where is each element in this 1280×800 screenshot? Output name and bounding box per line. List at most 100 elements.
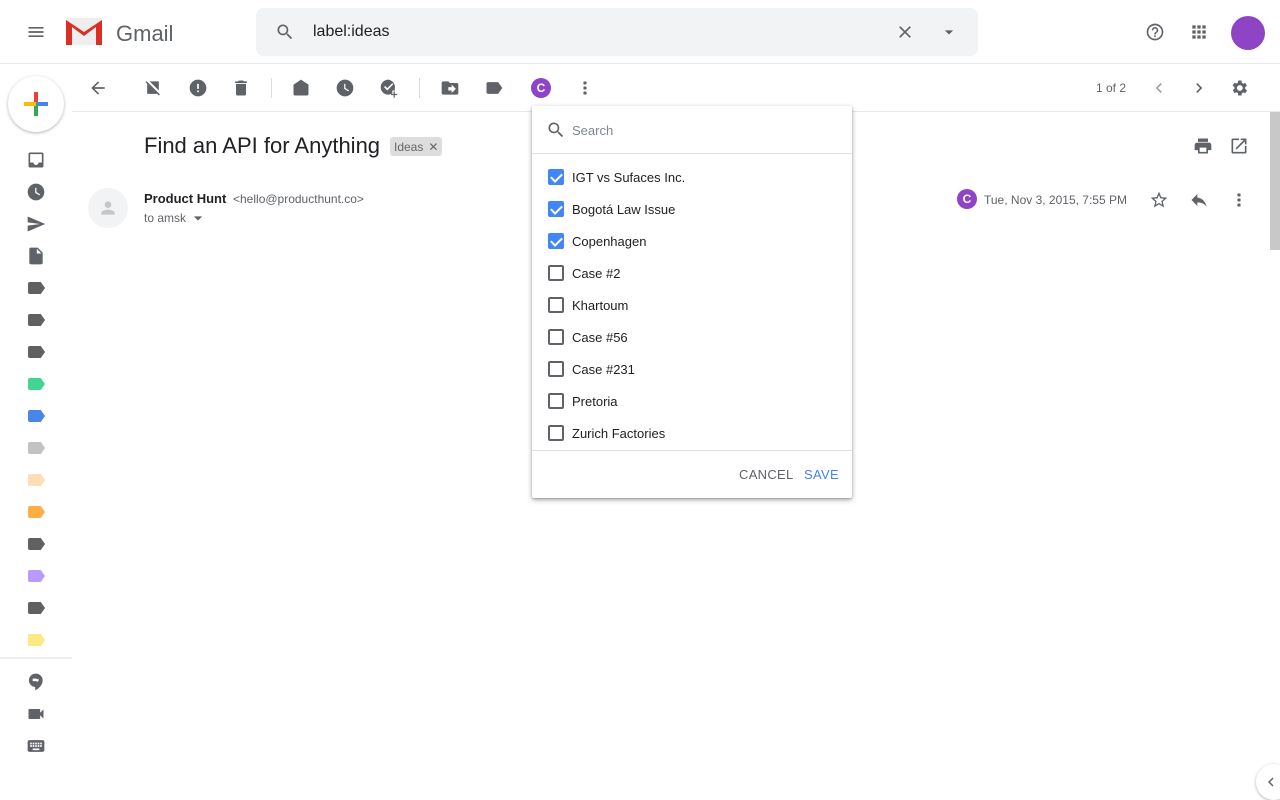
sidebar-label-icon[interactable] [28,378,45,390]
label-option-text: Case #231 [572,361,635,377]
save-button[interactable]: SAVE [804,467,839,482]
search-bar[interactable]: label:ideas [256,8,978,56]
snoozed-icon[interactable] [24,180,48,204]
label-option[interactable]: Case #2 [532,257,852,289]
label-option-text: Pretoria [572,393,618,409]
sidebar-divider [0,657,72,659]
sidebar-label-icon[interactable] [28,410,45,422]
search-icon [544,118,568,142]
label-option[interactable]: Khartoum [532,289,852,321]
label-option-text: Khartoum [572,297,629,313]
sent-icon[interactable] [24,212,48,236]
sender-avatar [88,188,128,228]
sidebar-label-icon[interactable] [28,570,45,582]
label-avatar: C [957,189,977,209]
gmail-logo[interactable] [66,18,102,45]
chevron-left-icon [1268,777,1274,787]
mark-unread-icon[interactable] [289,76,313,100]
label-option[interactable]: Zurich Factories [532,417,852,449]
label-option[interactable]: Case #231 [532,353,852,385]
sidebar-label-icon[interactable] [28,602,45,614]
back-icon[interactable] [86,76,110,100]
label-chip[interactable]: Ideas ✕ [390,137,443,156]
sidebar-label-icon[interactable] [28,282,45,294]
inbox-icon[interactable] [24,148,48,172]
sidebar-label-icon[interactable] [28,442,45,454]
email-subject: Find an API for Anything [144,133,381,158]
sidebar-label-icon[interactable] [28,538,45,550]
pagination: 1 of 2 [1096,81,1127,95]
label-checkbox[interactable] [548,201,564,217]
star-icon[interactable] [1147,188,1171,212]
apps-icon[interactable] [1187,20,1211,44]
menu-divider [532,450,852,451]
add-to-tasks-icon[interactable] [377,76,401,100]
label-checkbox[interactable] [548,425,564,441]
more-icon[interactable] [573,76,597,100]
print-icon[interactable] [1191,134,1215,158]
label-checkbox[interactable] [548,393,564,409]
label-as-menu: Search IGT vs Sufaces Inc. Bogotá Law Iss… [532,106,852,498]
label-option[interactable]: Case #56 [532,321,852,353]
toolbar-divider [271,78,272,98]
label-checkbox[interactable] [548,169,564,185]
settings-icon[interactable] [1227,76,1251,100]
label-option[interactable]: Copenhagen [532,225,852,257]
keyboard-icon[interactable] [24,734,48,758]
label-option-text: Bogotá Law Issue [572,201,676,217]
account-avatar[interactable] [1231,16,1265,50]
delete-icon[interactable] [229,76,253,100]
label-option[interactable]: Pretoria [532,385,852,417]
labels-icon[interactable] [482,76,506,100]
help-icon[interactable] [1143,20,1167,44]
newer-icon[interactable] [1147,76,1171,100]
sender-email: <hello@producthunt.co> [233,192,364,206]
report-spam-icon[interactable] [186,76,210,100]
sidebar-label-icon[interactable] [28,506,45,518]
label-checkbox[interactable] [548,361,564,377]
label-search-input[interactable]: Search [572,123,613,138]
sidebar-label-icon[interactable] [28,634,45,646]
compose-button[interactable] [8,76,64,132]
label-option-text: Zurich Factories [572,425,666,441]
label-checkbox[interactable] [548,265,564,281]
search-input[interactable]: label:ideas [313,23,390,41]
sidebar-label-icon[interactable] [28,474,45,486]
person-icon [101,201,115,215]
drafts-icon[interactable] [24,244,48,268]
label-option-text: Case #56 [572,329,628,345]
message-more-icon[interactable] [1227,188,1251,212]
cancel-button[interactable]: CANCEL [739,467,794,482]
recipients: to amsk [144,211,187,225]
remove-label-icon[interactable]: ✕ [428,140,438,154]
email-date: Tue, Nov 3, 2015, 7:55 PM [984,193,1127,207]
move-to-icon[interactable] [438,76,462,100]
app-name: Gmail [116,21,174,46]
sidebar-label-icon[interactable] [28,314,45,326]
sidebar-label-icon[interactable] [28,346,45,358]
video-icon[interactable] [24,702,48,726]
show-details-icon[interactable] [186,206,210,230]
older-icon[interactable] [1187,76,1211,100]
label-checkbox[interactable] [548,233,564,249]
scrollbar[interactable] [1270,112,1280,250]
search-options-icon[interactable] [937,20,961,44]
label-chip-text: Ideas [394,139,424,154]
search-icon[interactable] [273,20,297,44]
label-option-text: Copenhagen [572,233,647,249]
label-checkbox[interactable] [548,297,564,313]
clear-search-icon[interactable] [893,20,917,44]
main-menu-icon[interactable] [24,20,48,44]
label-avatar[interactable]: C [531,78,551,98]
archive-off-icon[interactable] [141,76,165,100]
side-panel-toggle[interactable] [1256,764,1280,800]
open-in-new-window-icon[interactable] [1227,134,1251,158]
label-option[interactable]: Bogotá Law Issue [532,193,852,225]
sender-name: Product Hunt [144,191,227,206]
label-checkbox[interactable] [548,329,564,345]
reply-icon[interactable] [1187,188,1211,212]
label-option[interactable]: IGT vs Sufaces Inc. [532,161,852,193]
label-option-text: IGT vs Sufaces Inc. [572,169,686,185]
hangouts-icon[interactable] [24,670,48,694]
snooze-icon[interactable] [333,76,357,100]
